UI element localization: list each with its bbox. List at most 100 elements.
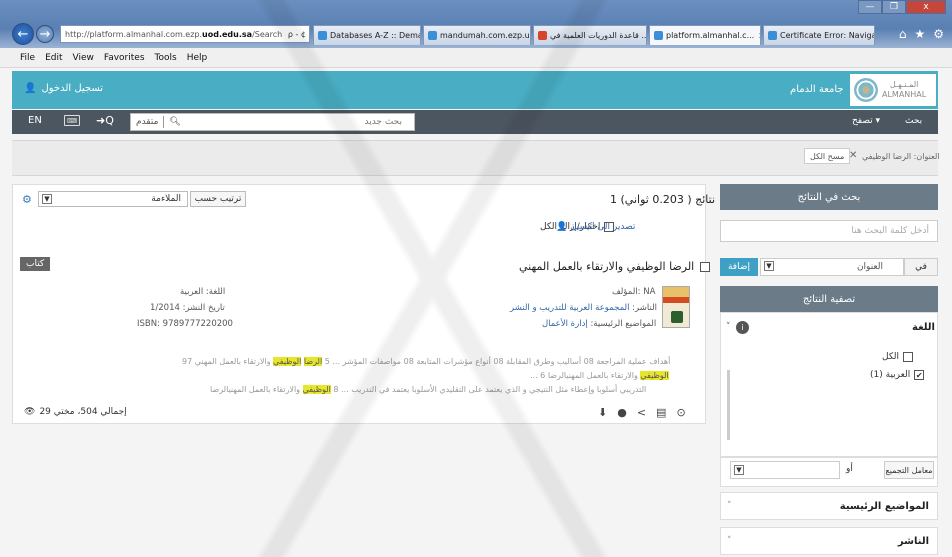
- login-label: تسجيل الدخول: [41, 83, 104, 94]
- language-facet-title[interactable]: اللغة: [912, 322, 935, 333]
- menu-file[interactable]: File: [20, 53, 35, 63]
- menu-view[interactable]: View: [73, 53, 94, 63]
- tab-journals[interactable]: قاعدة الدوريات العلمية في ...: [533, 25, 647, 45]
- subjects-facet[interactable]: المواضيع الرئيسية ˅: [720, 492, 938, 520]
- menu-edit[interactable]: Edit: [45, 53, 62, 63]
- download-icon[interactable]: ⬇: [598, 406, 607, 419]
- login-link[interactable]: 👤 تسجيل الدخول: [24, 83, 103, 94]
- search-in-results-header: بحث في النتائج: [720, 184, 938, 210]
- combine-select[interactable]: [730, 461, 840, 479]
- snippet-line[interactable]: أهداف عملية المراجعة 08 أساليب وطرق المق…: [182, 357, 670, 366]
- tab-close-icon[interactable]: ×: [754, 31, 760, 40]
- menu-help[interactable]: Help: [187, 53, 208, 63]
- search-in-results-input[interactable]: أدخل كلمة البحث هنا: [720, 220, 938, 242]
- snippet-line[interactable]: التدريبي أسلوبا وإعطاء مثل النتيجي و الذ…: [210, 385, 646, 394]
- search-menu[interactable]: بحث: [905, 116, 922, 126]
- snippet-highlight: الوظيفي: [302, 385, 331, 394]
- chevron-down-icon: ˅: [727, 501, 732, 511]
- favicon-icon: [428, 31, 437, 40]
- favorites-icon[interactable]: ★: [914, 27, 925, 41]
- close-window-button[interactable]: x: [906, 0, 946, 14]
- chevron-down-icon[interactable]: ▼: [734, 465, 744, 475]
- home-icon[interactable]: ⌂: [899, 27, 907, 41]
- result-checkbox[interactable]: [700, 261, 711, 272]
- advanced-search-icon[interactable]: ➜Q: [96, 114, 114, 127]
- tab-label: platform.almanhal.c...: [666, 31, 755, 40]
- search-icon[interactable]: 🔍︎: [164, 117, 185, 127]
- search-input[interactable]: متقدم 🔍︎ بحث جديد: [130, 113, 415, 131]
- globe-icon[interactable]: ●: [617, 406, 627, 419]
- option-label: الكل: [882, 352, 900, 362]
- forward-arrow-icon[interactable]: →: [36, 25, 54, 43]
- snippet-text: والارتقاء بالعمل المهنيالرضا: [547, 371, 641, 380]
- author-label: المؤلف:: [612, 287, 641, 297]
- facet-title: الناشر: [897, 536, 929, 547]
- snippet-highlight: الوظيفي: [640, 371, 669, 380]
- url-domain: uod.edu.sa: [202, 29, 253, 39]
- browse-menu[interactable]: تصفح ▾: [852, 116, 880, 126]
- back-arrow-icon[interactable]: ←: [12, 23, 34, 45]
- snippet-line[interactable]: ... 6 الوظيفي والارتقاء بالعمل المهنيالر…: [530, 371, 669, 380]
- publisher-facet[interactable]: الناشر ˅: [720, 527, 938, 555]
- result-title[interactable]: الرضا الوظيفي والارتقاء بالعمل المهني: [519, 260, 711, 273]
- language-option-arabic[interactable]: العربية (1) ✔: [870, 370, 925, 380]
- chevron-down-icon[interactable]: ▼: [42, 194, 52, 204]
- language-toggle[interactable]: EN: [28, 115, 42, 126]
- tab-certificate[interactable]: Certificate Error: Naviga...: [763, 25, 875, 45]
- address-bar[interactable]: http://platform.almanhal.com.ezp. uod.edu…: [60, 25, 310, 43]
- language-option-all[interactable]: الكل: [882, 352, 914, 362]
- chevron-down-icon[interactable]: ˅: [726, 322, 731, 332]
- language-facet: [720, 312, 938, 457]
- subjects-link[interactable]: إدارة الأعمال: [542, 319, 588, 329]
- publisher-label: الناشر:: [632, 303, 657, 313]
- menu-favorites[interactable]: Favorites: [104, 53, 145, 63]
- option-checkbox[interactable]: [903, 352, 914, 362]
- result-actions: ⬇ ● < ▤ ⊙: [598, 406, 686, 419]
- add-button[interactable]: إضافة: [720, 258, 758, 276]
- share-icon[interactable]: <: [637, 406, 646, 419]
- snippet-highlight: الوظيفي: [273, 357, 302, 366]
- export-excel-link[interactable]: 👤 تصدير الى اكسيل: [556, 222, 635, 232]
- snippet-highlight: الرضا: [303, 357, 323, 366]
- field-select[interactable]: العنوان: [760, 258, 904, 276]
- favicon-icon: [318, 31, 327, 40]
- results-footer: 👁 إجمالي 504، مختي 29: [24, 407, 127, 417]
- tab-almanhal[interactable]: platform.almanhal.c...×: [649, 25, 761, 45]
- restore-button[interactable]: ❐: [882, 0, 906, 14]
- results-count: 1 نتائج ( 0.203 ثواني): [610, 193, 716, 206]
- logo-mark-icon: [854, 78, 878, 102]
- keyboard-icon[interactable]: ⌨: [64, 115, 80, 126]
- result-subjects: المواضيع الرئيسية: إدارة الأعمال: [542, 319, 656, 329]
- document-icon[interactable]: ▤: [656, 406, 666, 419]
- almanhal-logo[interactable]: المـنـهـل ALMANHAL: [850, 74, 936, 106]
- logo-text: المـنـهـل ALMANHAL: [882, 80, 926, 100]
- snippet-text: والارتقاء بالعمل المهني 97: [182, 357, 274, 366]
- favicon-icon: [654, 31, 663, 40]
- refine-results-header: تصفية النتائج: [720, 286, 938, 312]
- tab-label: Certificate Error: Naviga...: [780, 31, 875, 40]
- author-value: NA: [643, 287, 656, 297]
- view-icon[interactable]: ⊙: [676, 406, 685, 419]
- option-checkbox[interactable]: ✔: [914, 370, 925, 380]
- publisher-link[interactable]: المجموعة العربية للتدريب و النشر: [510, 303, 629, 313]
- clear-all-button[interactable]: مسح الكل: [804, 148, 851, 164]
- export-label: تصدير الى اكسيل: [570, 222, 636, 232]
- item-type-badge: كتاب: [20, 257, 51, 271]
- option-label: العربية (1): [870, 370, 911, 380]
- tab-databases[interactable]: Databases A-Z :: Dema...: [313, 25, 421, 45]
- sort-select[interactable]: الملاءمة: [38, 191, 188, 207]
- facet-scrollbar[interactable]: [727, 370, 730, 440]
- result-isbn: ISBN: 9789777220200: [137, 319, 233, 329]
- chevron-down-icon[interactable]: ▼: [764, 261, 774, 271]
- minimize-button[interactable]: —: [858, 0, 882, 14]
- address-controls[interactable]: ρ - ¢: [285, 30, 309, 39]
- menu-tools[interactable]: Tools: [155, 53, 177, 63]
- book-cover-thumbnail[interactable]: [662, 286, 690, 328]
- settings-icon[interactable]: ⚙: [933, 27, 944, 41]
- tab-mandumah[interactable]: mandumah.com.ezp.u...: [423, 25, 531, 45]
- advanced-search-link[interactable]: متقدم: [131, 117, 163, 127]
- info-icon[interactable]: i: [736, 321, 749, 334]
- gear-icon[interactable]: ⚙: [22, 193, 32, 206]
- eye-icon: 👁: [24, 407, 36, 417]
- university-name[interactable]: جامعة الدمام: [790, 84, 844, 95]
